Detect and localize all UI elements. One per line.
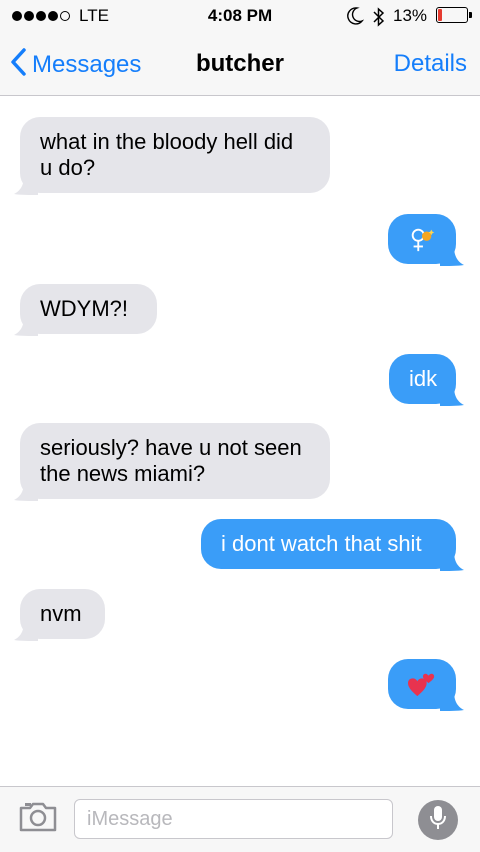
message-input[interactable] xyxy=(74,799,393,839)
outgoing-message[interactable]: i dont watch that shit xyxy=(201,519,464,571)
bubble-tail xyxy=(14,316,38,336)
incoming-message[interactable]: seriously? have u not seen the news miam… xyxy=(14,423,330,501)
message-text: idk xyxy=(409,366,438,391)
bluetooth-icon xyxy=(372,6,386,33)
bubble-tail xyxy=(440,246,464,266)
message-text: nvm xyxy=(40,601,82,626)
battery-icon xyxy=(436,7,468,23)
bubble-tail xyxy=(14,621,38,641)
outgoing-message[interactable] xyxy=(388,659,464,711)
details-button[interactable]: Details xyxy=(394,50,467,78)
bubble-tail xyxy=(440,551,464,571)
battery-fill xyxy=(438,9,442,21)
bubble-tail xyxy=(14,175,38,195)
message-text: seriously? have u not seen the news miam… xyxy=(40,435,302,486)
status-bar: LTE 4:08 PM 13% xyxy=(0,0,480,34)
message-text: i dont watch that shit xyxy=(221,531,422,556)
microphone-icon xyxy=(429,805,447,836)
battery-tip xyxy=(469,12,472,18)
battery-percent: 13% xyxy=(393,6,428,25)
incoming-message[interactable]: WDYM?! xyxy=(14,284,157,336)
message-text: WDYM?! xyxy=(40,296,128,321)
two-hearts-emoji xyxy=(408,669,436,699)
outgoing-message[interactable]: idk xyxy=(389,354,464,406)
moon-icon xyxy=(346,6,365,31)
camera-icon xyxy=(18,802,58,837)
message-text: what in the bloody hell did u do? xyxy=(40,129,294,180)
female-sign-and-sparkle-emoji xyxy=(408,224,436,254)
camera-button[interactable] xyxy=(18,801,58,838)
incoming-message[interactable]: what in the bloody hell did u do? xyxy=(14,117,330,195)
incoming-message[interactable]: nvm xyxy=(14,589,105,641)
nav-bar: Messages butcher Details xyxy=(0,34,480,96)
outgoing-message[interactable] xyxy=(388,214,464,266)
microphone-button[interactable] xyxy=(418,800,458,840)
bubble-tail xyxy=(440,691,464,711)
bubble-tail xyxy=(14,481,38,501)
bubble-tail xyxy=(440,386,464,406)
message-composer xyxy=(0,786,480,852)
